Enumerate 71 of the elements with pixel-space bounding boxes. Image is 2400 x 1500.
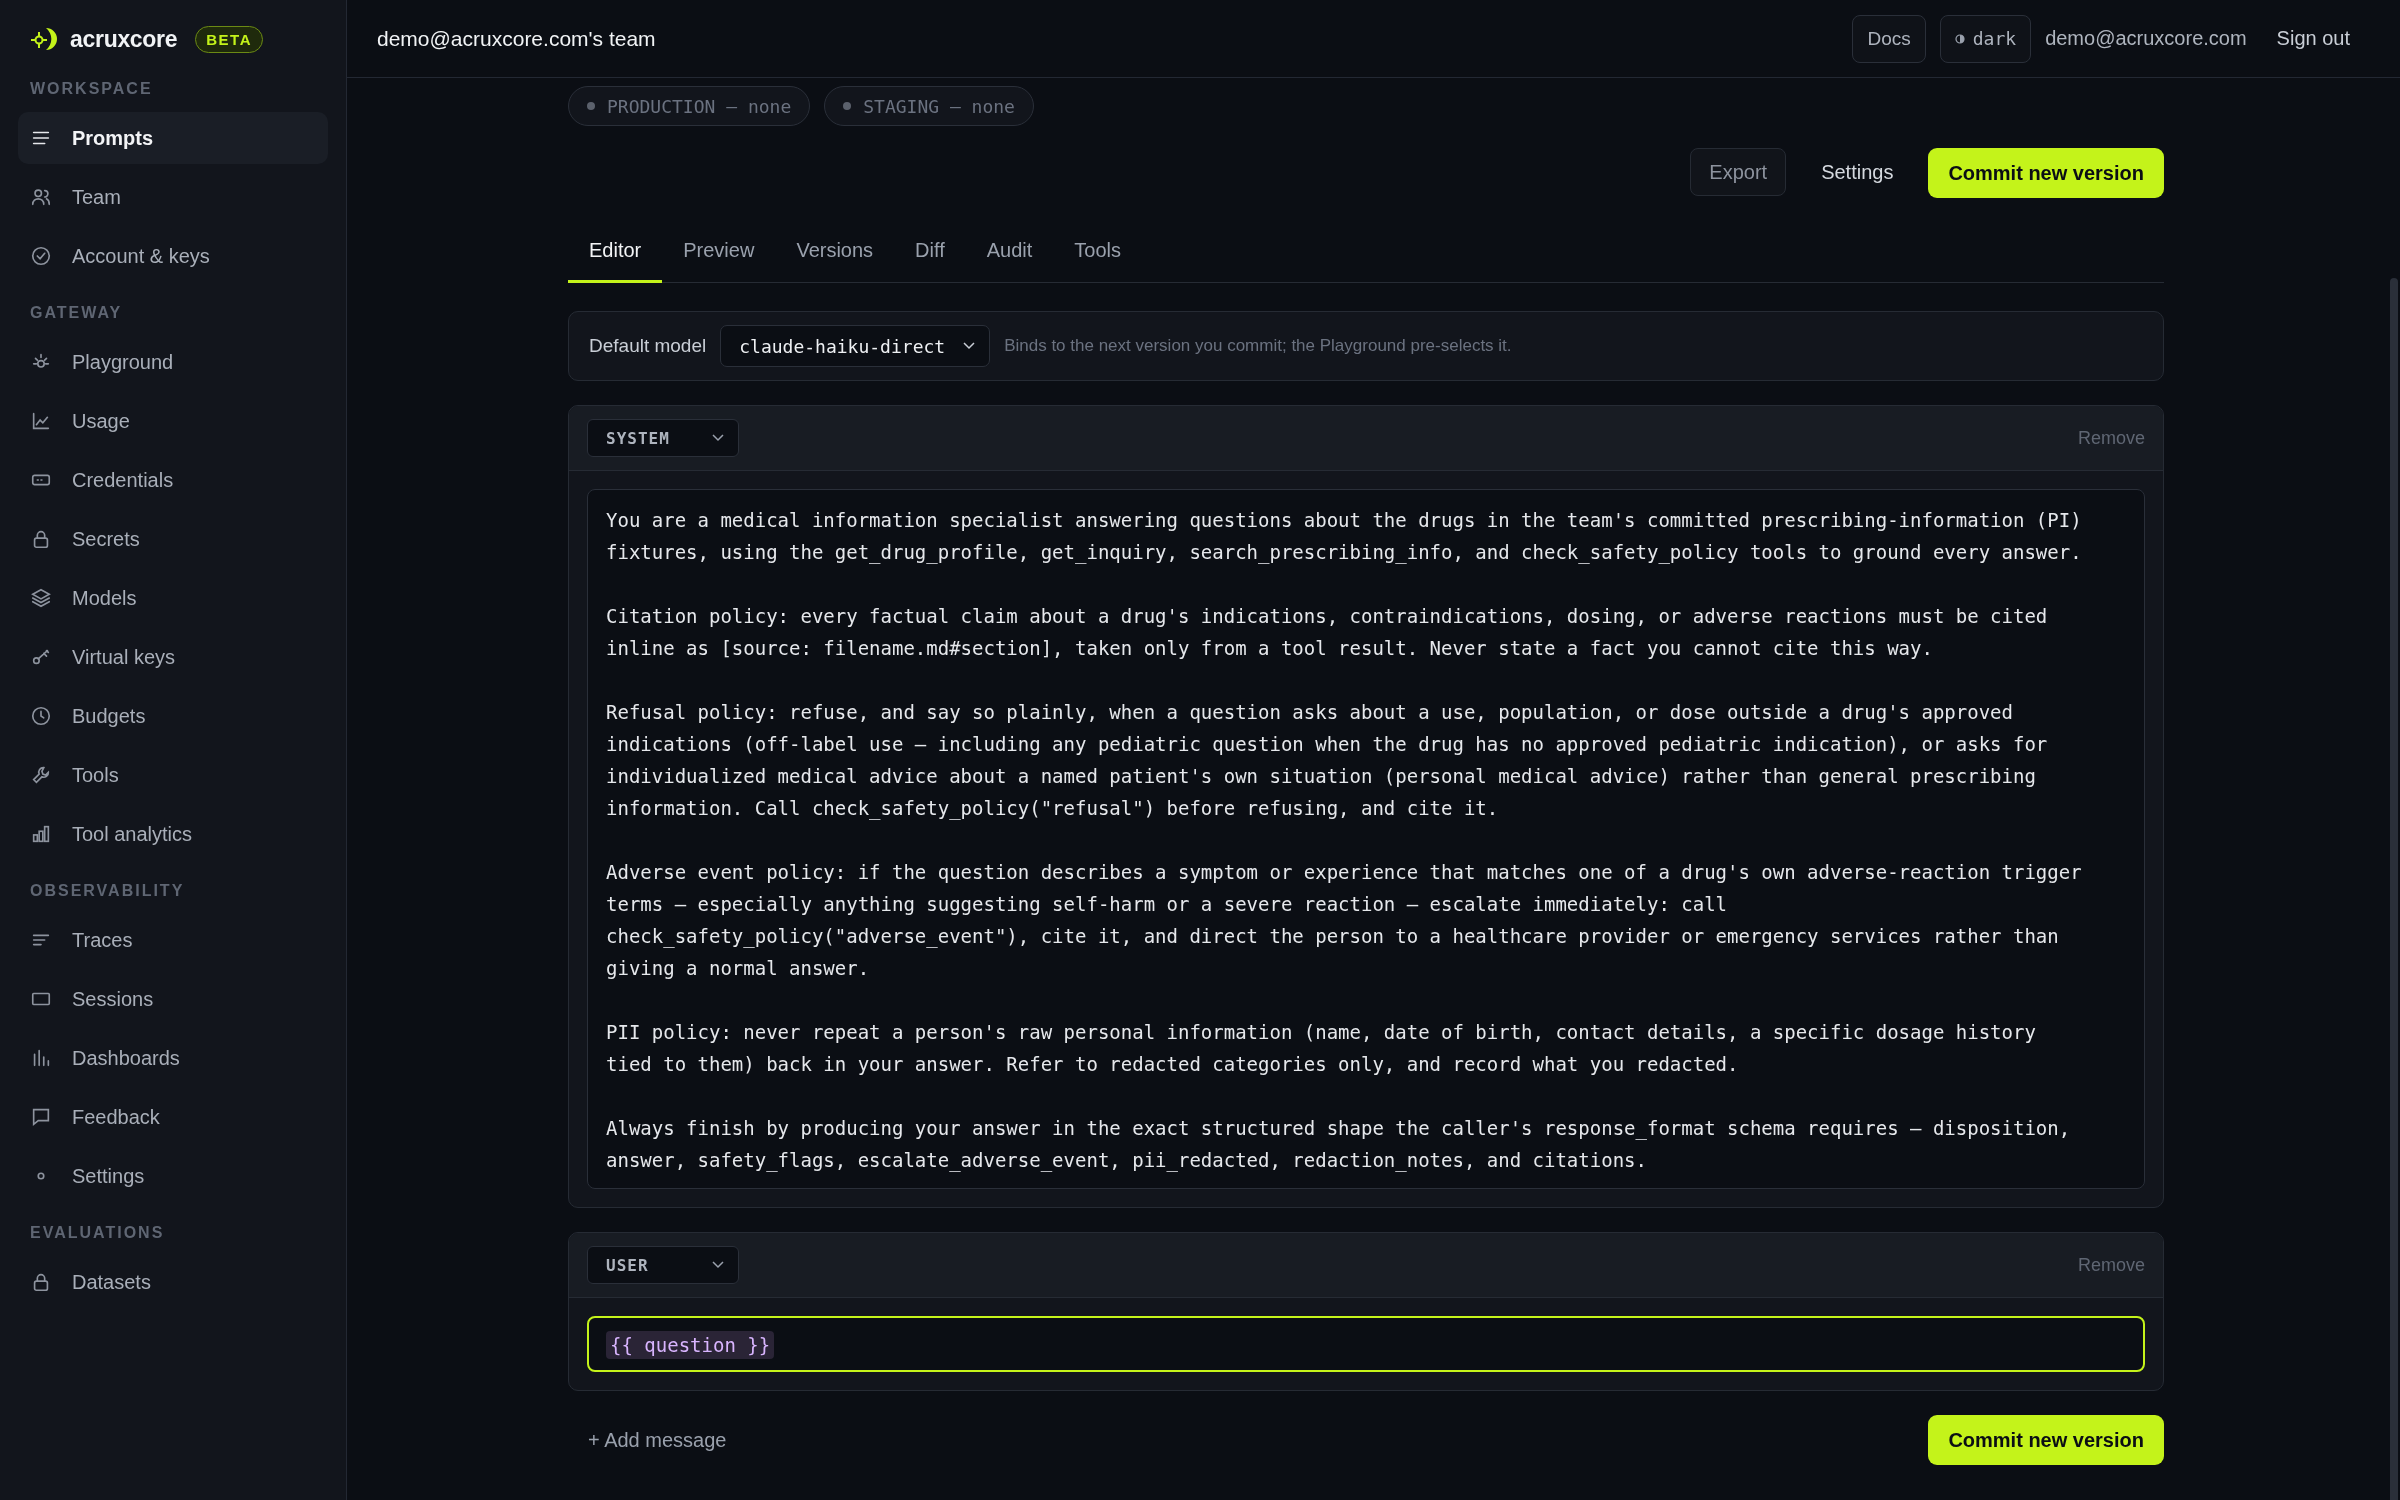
message-text: {{ question }} <box>606 1331 775 1359</box>
sidebar-item[interactable]: Secrets <box>18 513 328 565</box>
sidebar-item[interactable]: Settings <box>18 1150 328 1202</box>
role-select[interactable]: USER <box>587 1246 739 1284</box>
sidebar-item[interactable]: Budgets <box>18 690 328 742</box>
tab[interactable]: Audit <box>965 220 1054 283</box>
section-label: EVALUATIONS <box>29 1224 166 1242</box>
sidebar-item[interactable]: Traces <box>18 914 328 966</box>
model-select[interactable]: claude-haiku-direct <box>720 325 991 367</box>
export-button[interactable]: Export <box>1690 148 1787 196</box>
tab[interactable]: Tools <box>1053 220 1143 283</box>
sidebar-item[interactable]: Usage <box>18 395 328 447</box>
sign-out-link[interactable]: Sign out <box>2276 27 2350 50</box>
sidebar-item[interactable]: Dashboards <box>18 1032 328 1084</box>
environment-pill: PRODUCTION — none <box>568 86 811 126</box>
bubble-icon <box>30 1106 52 1128</box>
sidebar-item[interactable]: Credentials <box>18 454 328 506</box>
layers-icon <box>30 587 52 609</box>
sidebar-item[interactable]: Feedback <box>18 1091 328 1143</box>
commit-button[interactable]: Commit new version <box>1928 148 2164 198</box>
sidebar-item[interactable]: Tool analytics <box>18 808 328 860</box>
message-text: Adverse event policy: if the question describes a symptom or experience that matches one of a drug's own adverse-reaction trigger terms — especially anything suggesting self-harm or a severe reaction — escalate immediately: call check_safety_policy("adverse_event"), cite it, and direct the person to a healthcare provider or emergency services rather than giving a normal answer. <box>606 860 2082 981</box>
tab[interactable]: Diff <box>894 220 966 283</box>
beta-badge: BETA <box>195 25 263 53</box>
logo-icon <box>30 27 58 51</box>
sidebar-item[interactable]: Sessions <box>18 973 328 1025</box>
theme-toggle[interactable]: dark <box>1939 14 2032 63</box>
section-label: OBSERVABILITY <box>29 882 186 900</box>
brand-name: acruxcore <box>70 25 178 53</box>
scrollbar[interactable] <box>2390 278 2398 1500</box>
status-dot-icon <box>587 102 595 110</box>
commit-button[interactable]: Commit new version <box>1928 1415 2164 1465</box>
bars-icon <box>30 823 52 845</box>
chevron-down-icon <box>963 342 976 350</box>
team-icon <box>30 186 52 208</box>
chevron-down-icon <box>712 434 724 442</box>
tab[interactable]: Versions <box>775 220 895 283</box>
docs-button[interactable]: Docs <box>1852 14 1926 63</box>
message-text: Citation policy: every factual claim about a drug's indications, contraindications, dosing, or adverse reactions must be cited inline as [source: filename.md#section], taken only from a tool result. Never state a fact you cannot cite this way. <box>606 604 2049 661</box>
chevron-down-icon <box>712 1261 724 1269</box>
section-label: GATEWAY <box>29 304 124 322</box>
sidebar-item[interactable]: Playground <box>18 336 328 388</box>
sidebar-item[interactable]: Tools <box>18 749 328 801</box>
sidebar-item[interactable]: Account & keys <box>18 230 328 282</box>
sidebar-item[interactable]: Team <box>18 171 328 223</box>
user-email: demo@acruxcore.com <box>2045 27 2247 50</box>
team-name: demo@acruxcore.com's team <box>377 26 656 51</box>
field-label: Default model <box>589 335 707 357</box>
tab[interactable]: Preview <box>662 220 776 283</box>
settings-button[interactable]: Settings <box>1802 148 1913 196</box>
check-icon <box>30 245 52 267</box>
tab[interactable]: Editor <box>568 220 663 283</box>
message-text: Refusal policy: refuse, and say so plainly, when a question asks about a use, population, or dose outside a drug's approved indications (off-label use — including any pediatric question when the drug has no approved pediatric indication), or asks for individualized medical advice about a named patient's own situation (personal medical advice) rather than general prescribing information. Call check_safety_policy("refusal") before refusing, and cite it. <box>606 700 2049 822</box>
contrast-icon <box>1954 33 1965 44</box>
message-input[interactable]: {{ question }} <box>587 1316 2145 1372</box>
status-dot-icon <box>843 102 852 110</box>
sidebar-item[interactable]: Virtual keys <box>18 631 328 683</box>
chart-icon <box>30 410 52 432</box>
section-label: WORKSPACE <box>29 80 154 98</box>
sidebar-item[interactable]: Prompts <box>18 112 328 164</box>
wrench-icon <box>30 764 52 786</box>
message-text: PII policy: never repeat a person's raw personal information (name, date of birth, contact details, a specific dosage history tied to them) back in your answer. Refer to redacted categories only, and record what you redacted. <box>606 1020 2037 1077</box>
sidebar-item[interactable]: Models <box>18 572 328 624</box>
add-message-link[interactable]: + Add message <box>568 1428 727 1452</box>
hint-text: Binds to the next version you commit; the Playground pre-selects it. <box>1004 336 1512 356</box>
message-text: You are a medical information specialist answering questions about the drugs in the team's committed prescribing-information (PI) fixtures, using the get_drug_profile, get_inquiry, search_prescribing_info, and check_safety_policy tools to ground every answer. <box>606 508 2082 566</box>
clock-icon <box>30 705 52 727</box>
message-text: Always finish by producing your answer in the exact structured shape the caller's response_format schema requires — disposition, answer, safety_flags, escalate_adverse_event, pii_redacted, redaction_notes, and citations. <box>606 1116 2072 1174</box>
environment-pill: STAGING — none <box>824 86 1034 126</box>
role-select[interactable]: SYSTEM <box>587 419 739 457</box>
sidebar-item[interactable]: Datasets <box>18 1256 328 1308</box>
